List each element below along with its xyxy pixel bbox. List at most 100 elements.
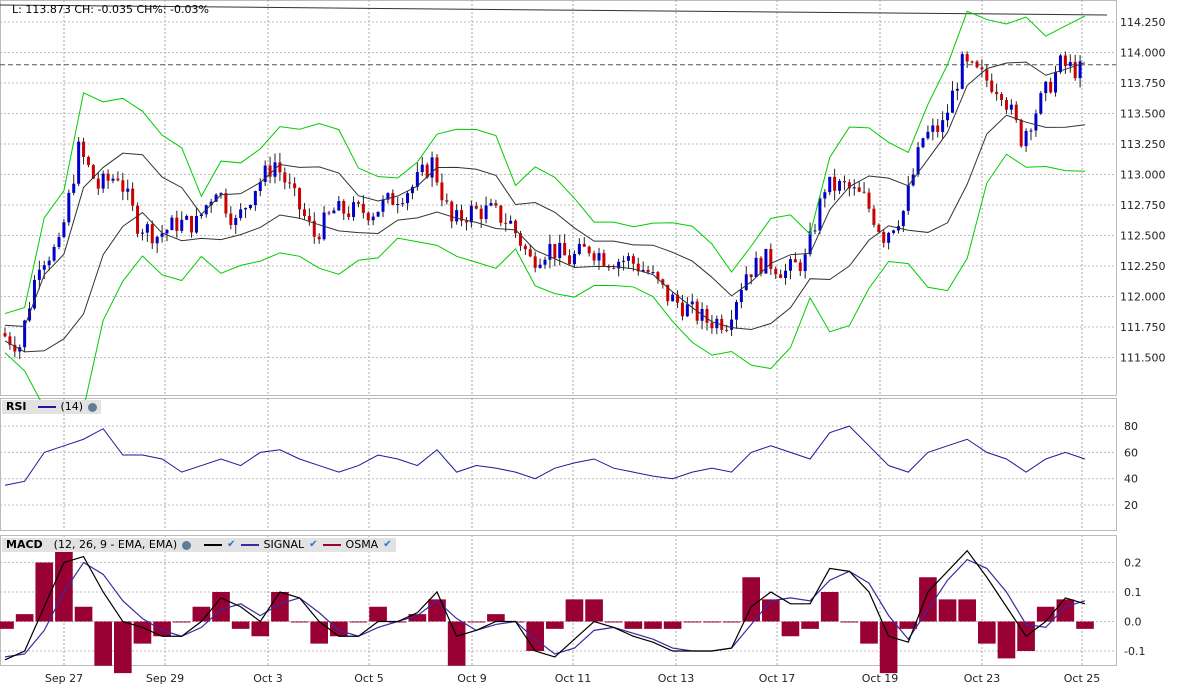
y-tick-label: -0.1	[1124, 645, 1145, 658]
change-pct: CH%: -0.03%	[136, 3, 209, 16]
candle-body	[145, 224, 149, 233]
osma-bar	[644, 621, 662, 629]
y-tick-label: 111.500	[1120, 352, 1166, 365]
osma-bar	[349, 621, 368, 623]
candle-body	[754, 257, 758, 278]
signal-toggle-check-icon[interactable]: ✔	[309, 538, 317, 552]
macd-params: (12, 26, 9 - EMA, EMA)	[53, 538, 178, 551]
chart-canvas[interactable]: 114.250 114.000 113.750 113.500 113.250 113.0…	[0, 0, 1178, 693]
candle-body	[229, 213, 233, 225]
candle-body	[136, 205, 140, 234]
x-tick-label: Oct 9	[457, 672, 487, 685]
settings-globe-icon[interactable]	[88, 402, 98, 412]
candle-body	[1049, 81, 1053, 93]
candle-body	[533, 256, 537, 268]
candle-body	[622, 260, 626, 262]
candle-body	[764, 248, 768, 274]
candle-body	[705, 308, 709, 323]
candle-body	[828, 176, 832, 193]
osma-label: OSMA	[345, 538, 379, 551]
y-tick-label: 0.1	[1124, 586, 1142, 599]
candle-body	[955, 88, 959, 91]
candle-body	[479, 208, 483, 219]
candle-body	[288, 182, 292, 184]
candle-body	[106, 173, 110, 181]
candle-body	[725, 329, 729, 331]
candle-body	[111, 178, 115, 181]
candle-body	[140, 232, 144, 234]
candle-body	[3, 333, 7, 337]
osma-bar	[938, 599, 957, 622]
y-tick-label: 112.250	[1120, 260, 1166, 273]
candle-body	[160, 233, 164, 237]
candle-body	[1044, 81, 1048, 94]
candle-body	[558, 242, 562, 259]
candle-body	[926, 131, 930, 139]
osma-bar	[231, 621, 250, 629]
candle-body	[941, 120, 945, 132]
candle-body	[180, 219, 184, 231]
panel-frame	[0, 398, 1117, 531]
osma-bar	[565, 599, 584, 622]
osma-bar	[133, 621, 152, 644]
osma-bar	[958, 599, 976, 622]
candle-body	[381, 199, 385, 212]
candle-body	[582, 243, 586, 247]
candle-body	[612, 267, 616, 269]
osma-toggle-check-icon[interactable]: ✔	[383, 538, 391, 552]
candle-body	[307, 215, 311, 221]
osma-bar	[310, 621, 328, 644]
macd-toggle-check-icon[interactable]: ✔	[227, 538, 235, 552]
candle-body	[121, 180, 125, 192]
candle-body	[950, 90, 954, 113]
candle-body	[96, 178, 100, 189]
candle-body	[165, 230, 169, 234]
osma-bar	[467, 621, 486, 623]
candle-body	[901, 210, 905, 227]
osma-bar	[447, 621, 466, 666]
osma-bar	[683, 621, 702, 623]
candle-body	[440, 182, 444, 201]
candle-body	[194, 216, 198, 233]
last-price: L: 113.873	[12, 3, 71, 16]
candle-body	[631, 256, 635, 264]
osma-bar	[840, 621, 859, 623]
settings-globe-icon[interactable]	[182, 540, 192, 550]
y-tick-label: 113.250	[1120, 138, 1166, 151]
signal-label: SIGNAL	[263, 538, 305, 551]
candle-body	[1034, 113, 1038, 131]
candle-body	[680, 302, 684, 317]
candle-body	[131, 188, 135, 206]
candle-body	[72, 183, 76, 193]
candle-body	[175, 217, 179, 231]
osma-bar	[290, 621, 309, 623]
change: CH: -0.035	[74, 3, 133, 16]
osma-bar	[801, 621, 819, 629]
candle-body	[1039, 93, 1043, 114]
osma-bar	[604, 621, 623, 623]
candle-body	[499, 205, 503, 223]
x-tick-label: Oct 25	[1064, 672, 1101, 685]
candle-body	[862, 191, 866, 193]
candle-body	[965, 54, 969, 62]
candle-body	[685, 304, 689, 317]
candle-body	[489, 203, 493, 206]
candle-body	[283, 172, 287, 183]
rsi-swatch	[37, 406, 56, 408]
candle-body	[332, 210, 336, 214]
y-tick-label: 0.0	[1124, 616, 1142, 629]
y-tick-label: 111.750	[1120, 321, 1166, 334]
candle-body	[960, 54, 964, 89]
x-tick-label: Sep 29	[146, 672, 184, 685]
y-tick-label: 112.500	[1120, 230, 1166, 243]
osma-bar	[703, 621, 721, 623]
candle-body	[376, 211, 380, 217]
osma-bar	[546, 621, 564, 629]
candle-body	[592, 253, 596, 261]
candle-body	[366, 212, 370, 221]
candle-body	[430, 157, 434, 178]
osma-bar	[624, 621, 643, 629]
candle-body	[779, 274, 783, 278]
candle-body	[523, 245, 527, 250]
candle-body	[298, 188, 302, 210]
